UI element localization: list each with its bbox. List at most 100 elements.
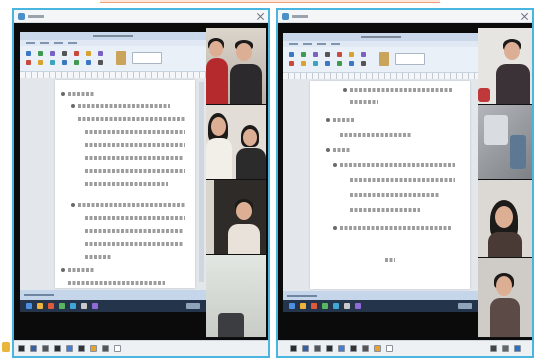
ribbon-tool-icon[interactable] — [349, 52, 354, 57]
ribbon-tool-icon[interactable] — [98, 51, 103, 56]
taskbar-app-icon[interactable] — [350, 345, 357, 352]
taskbar-app-icon[interactable] — [30, 345, 37, 352]
remote-app-icon[interactable] — [59, 303, 65, 309]
ribbon-tool-icon[interactable] — [361, 61, 366, 66]
document-page[interactable] — [310, 81, 470, 289]
ribbon-tab[interactable] — [40, 42, 49, 44]
text-line — [78, 203, 185, 207]
window-title-bar[interactable] — [278, 10, 532, 23]
taskbar-app-icon[interactable] — [78, 345, 85, 352]
taskbar-app-icon[interactable] — [18, 345, 25, 352]
remote-tray-icon[interactable] — [186, 303, 200, 309]
ribbon-tool-icon[interactable] — [74, 60, 79, 65]
remote-app-icon[interactable] — [355, 303, 361, 309]
video-tile[interactable] — [478, 28, 532, 105]
bullet-icon — [343, 88, 347, 92]
remote-app-icon[interactable] — [92, 303, 98, 309]
ribbon-tab[interactable] — [26, 42, 35, 44]
taskbar-app-icon[interactable] — [290, 345, 297, 352]
taskbar-app-icon[interactable] — [66, 345, 73, 352]
ribbon-tab[interactable] — [68, 42, 77, 44]
remote-app-icon[interactable] — [333, 303, 339, 309]
ribbon-tab[interactable] — [331, 43, 340, 45]
window-title-bar[interactable] — [14, 10, 268, 23]
video-tile[interactable] — [478, 258, 532, 338]
remote-tray-icon[interactable] — [458, 303, 472, 309]
ribbon-tool-icon[interactable] — [38, 51, 43, 56]
ribbon-tab[interactable] — [289, 43, 298, 45]
ribbon-tool-icon[interactable] — [289, 61, 294, 66]
ribbon-tool-icon[interactable] — [361, 52, 366, 57]
ribbon-tab[interactable] — [317, 43, 326, 45]
paste-icon[interactable] — [379, 52, 389, 66]
video-tile[interactable] — [478, 105, 532, 180]
ribbon-tool-icon[interactable] — [86, 60, 91, 65]
video-tile[interactable] — [206, 180, 266, 255]
ribbon-tool-icon[interactable] — [349, 61, 354, 66]
ribbon-tab[interactable] — [54, 42, 63, 44]
taskbar-app-icon[interactable] — [386, 345, 393, 352]
remote-app-icon[interactable] — [322, 303, 328, 309]
taskbar-app-icon[interactable] — [114, 345, 121, 352]
ribbon-tool-icon[interactable] — [26, 51, 31, 56]
tray-icon[interactable] — [490, 345, 497, 352]
taskbar-app-icon[interactable] — [90, 345, 97, 352]
ribbon-tool-icon[interactable] — [50, 60, 55, 65]
ribbon-toolbar — [283, 47, 478, 73]
ribbon-tool-icon[interactable] — [325, 52, 330, 57]
ribbon-tool-icon[interactable] — [62, 51, 67, 56]
ribbon-tool-icon[interactable] — [337, 52, 342, 57]
taskbar-app-icon[interactable] — [326, 345, 333, 352]
remote-app-icon[interactable] — [48, 303, 54, 309]
ribbon-tool-icon[interactable] — [26, 60, 31, 65]
bullet-icon — [326, 148, 330, 152]
video-tile[interactable] — [206, 255, 266, 338]
bullet-icon — [333, 226, 337, 230]
ribbon-tool-icon[interactable] — [337, 61, 342, 66]
ribbon-tool-icon[interactable] — [301, 52, 306, 57]
ribbon-tool-icon[interactable] — [98, 60, 103, 65]
video-tile[interactable] — [206, 28, 266, 105]
tray-icon[interactable] — [514, 345, 521, 352]
tray-icon[interactable] — [502, 345, 509, 352]
ribbon-tool-icon[interactable] — [50, 51, 55, 56]
close-icon[interactable] — [520, 12, 529, 21]
styles-icon[interactable] — [395, 53, 425, 65]
taskbar-app-icon[interactable] — [54, 345, 61, 352]
remote-app-icon[interactable] — [300, 303, 306, 309]
close-icon[interactable] — [256, 12, 265, 21]
ribbon-tool-icon[interactable] — [38, 60, 43, 65]
background-wall — [206, 180, 214, 254]
remote-app-icon[interactable] — [344, 303, 350, 309]
ribbon-tool-icon[interactable] — [289, 52, 294, 57]
taskbar-app-icon[interactable] — [302, 345, 309, 352]
paste-icon[interactable] — [116, 51, 126, 65]
remote-app-icon[interactable] — [26, 303, 32, 309]
taskbar-app-icon[interactable] — [362, 345, 369, 352]
document-page[interactable] — [55, 80, 195, 288]
scrollbar[interactable] — [199, 82, 204, 282]
ribbon-tool-icon[interactable] — [301, 61, 306, 66]
taskbar-app-icon[interactable] — [102, 345, 109, 352]
ribbon-tool-icon[interactable] — [86, 51, 91, 56]
ribbon-tool-icon[interactable] — [313, 61, 318, 66]
taskbar-app-icon[interactable] — [374, 345, 381, 352]
ribbon-tool-icon[interactable] — [62, 60, 67, 65]
start-icon[interactable] — [2, 342, 10, 352]
ribbon-tool-icon[interactable] — [313, 52, 318, 57]
taskbar-app-icon[interactable] — [42, 345, 49, 352]
taskbar-app-icon[interactable] — [314, 345, 321, 352]
remote-app-icon[interactable] — [81, 303, 87, 309]
ribbon-tool-icon[interactable] — [74, 51, 79, 56]
taskbar-app-icon[interactable] — [338, 345, 345, 352]
remote-taskbar — [283, 300, 478, 312]
ribbon-tab[interactable] — [303, 43, 312, 45]
ribbon-tool-icon[interactable] — [325, 61, 330, 66]
video-tile[interactable] — [478, 180, 532, 258]
remote-app-icon[interactable] — [37, 303, 43, 309]
styles-icon[interactable] — [132, 52, 162, 64]
remote-app-icon[interactable] — [70, 303, 76, 309]
video-tile[interactable] — [206, 105, 266, 180]
remote-app-icon[interactable] — [289, 303, 295, 309]
remote-app-icon[interactable] — [311, 303, 317, 309]
